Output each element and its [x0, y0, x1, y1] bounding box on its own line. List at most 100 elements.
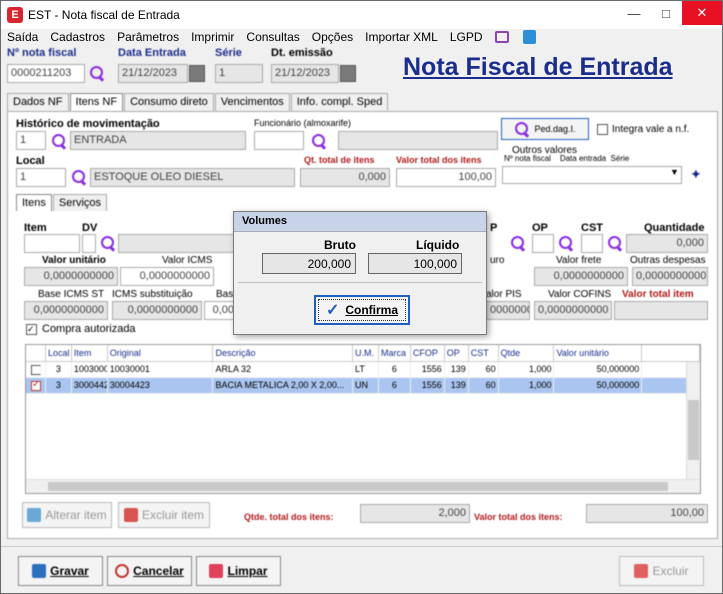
- pis-input[interactable]: 0000000: [486, 301, 530, 320]
- row-checkbox[interactable]: [31, 381, 41, 391]
- table-row[interactable]: 3 10030001 10030001 ARLA 32 LT 6 1556 13…: [26, 362, 700, 378]
- base-st-input[interactable]: 0,0000000000: [24, 301, 108, 320]
- calendar-icon[interactable]: [189, 65, 205, 82]
- table-cell: ARLA 32: [213, 362, 354, 377]
- p-label: P: [490, 222, 498, 234]
- minimize-button[interactable]: —: [618, 1, 650, 25]
- liquido-input[interactable]: 100,000: [368, 253, 462, 274]
- clear-button[interactable]: Limpar: [196, 556, 281, 586]
- search-local-icon[interactable]: [71, 169, 87, 185]
- grid-header-cell[interactable]: [642, 345, 700, 361]
- table-row[interactable]: 3 30004423 30004423 BACIA METALICA 2,00 …: [26, 378, 700, 394]
- ped-button[interactable]: Ped.dag.I.: [501, 118, 589, 140]
- scrollbar-thumb[interactable]: [688, 400, 699, 460]
- plus-icon[interactable]: ✦: [690, 166, 702, 183]
- search-op-icon[interactable]: [558, 235, 574, 251]
- alterar-item-button[interactable]: Alterar item: [22, 502, 112, 528]
- bruto-input[interactable]: 200,000: [262, 253, 356, 274]
- grid-header-cell[interactable]: CFOP: [411, 345, 445, 361]
- grid-header-cell[interactable]: U.M.: [353, 345, 379, 361]
- emissao-input[interactable]: 21/12/2023: [271, 64, 339, 83]
- total-item-input[interactable]: [614, 301, 708, 320]
- calendar-icon[interactable]: [340, 65, 356, 82]
- search-funcionario-icon[interactable]: [311, 133, 327, 149]
- tab-info-sped[interactable]: Info. compl. Sped: [290, 93, 389, 111]
- menu-imprimir[interactable]: Imprimir: [191, 30, 234, 44]
- grid-header-cell[interactable]: OP: [445, 345, 469, 361]
- grid-header-cell[interactable]: CST: [469, 345, 499, 361]
- seguro-label: uro: [490, 255, 505, 266]
- nota-input[interactable]: 0000211203: [7, 64, 85, 83]
- valor-unitario-label: Valor unitário: [42, 255, 106, 266]
- tab-itens-nf[interactable]: Itens NF: [69, 93, 124, 111]
- valor-unitario-input[interactable]: 0,0000000000: [24, 267, 118, 286]
- excluir-item-button[interactable]: Excluir item: [118, 502, 210, 528]
- valor-frete-input[interactable]: 0,0000000000: [534, 267, 628, 286]
- menu-cadastros[interactable]: Cadastros: [50, 30, 105, 44]
- scrollbar-thumb[interactable]: [48, 482, 668, 491]
- save-button[interactable]: Gravar: [18, 556, 103, 586]
- local-code-input[interactable]: 1: [16, 168, 66, 187]
- quantidade-value[interactable]: 0,000: [626, 234, 708, 253]
- search-historico-icon[interactable]: [51, 133, 67, 149]
- search-item-icon[interactable]: [100, 235, 116, 251]
- menu-saida[interactable]: Saída: [7, 30, 38, 44]
- menu-opcoes[interactable]: Opções: [312, 30, 353, 44]
- menu-consultas[interactable]: Consultas: [246, 30, 299, 44]
- horizontal-scrollbar[interactable]: [26, 479, 700, 493]
- menu-importar-xml[interactable]: Importar XML: [365, 30, 438, 44]
- dv-input[interactable]: [82, 234, 96, 253]
- outras-input[interactable]: 0,0000000000: [632, 267, 708, 286]
- close-button[interactable]: ✕: [682, 1, 722, 25]
- tab-dados-nf[interactable]: Dados NF: [7, 93, 69, 111]
- grid-header-cell[interactable]: Descrição: [213, 345, 354, 361]
- table-cell: 30004423: [108, 378, 214, 393]
- table-cell: 139: [445, 362, 469, 377]
- search-p-icon[interactable]: [510, 235, 526, 251]
- table-cell: 1556: [411, 378, 445, 393]
- grid-header-cell[interactable]: Local: [46, 345, 72, 361]
- grid-header-cell[interactable]: Qtde: [499, 345, 555, 361]
- row-checkbox-cell[interactable]: [26, 378, 46, 393]
- row-checkbox-cell[interactable]: [26, 362, 46, 377]
- tab-consumo-direto[interactable]: Consumo direto: [124, 93, 214, 111]
- op-input[interactable]: [532, 234, 554, 253]
- search-cst-icon[interactable]: [607, 235, 623, 251]
- integra-checkbox[interactable]: [597, 124, 608, 135]
- tab-itens[interactable]: Itens: [16, 194, 52, 211]
- grid-header-cell[interactable]: Original: [108, 345, 214, 361]
- tab-servicos[interactable]: Serviços: [52, 194, 108, 211]
- maximize-button[interactable]: □: [650, 1, 682, 25]
- grid-header-cell[interactable]: Valor unitário: [554, 345, 643, 361]
- funcionario-label: Funcionário (almoxarife): [254, 118, 352, 128]
- item-input[interactable]: [24, 234, 80, 253]
- items-grid[interactable]: Local Item Original Descrição U.M. Marca…: [25, 344, 701, 494]
- compra-checkbox[interactable]: ✓: [26, 324, 37, 335]
- tab-vencimentos[interactable]: Vencimentos: [214, 93, 290, 111]
- menu-parametros[interactable]: Parâmetros: [117, 30, 179, 44]
- serie-input[interactable]: 1: [215, 64, 263, 83]
- outros-select[interactable]: [502, 166, 682, 184]
- icms-sub-input[interactable]: 0,0000000000: [112, 301, 202, 320]
- table-cell: 139: [445, 378, 469, 393]
- valor-icms-input[interactable]: 0,0000000000: [120, 267, 214, 286]
- search-nota-icon[interactable]: [89, 65, 105, 81]
- grid-header-cell[interactable]: Item: [72, 345, 108, 361]
- row-checkbox[interactable]: [31, 365, 41, 375]
- vertical-scrollbar[interactable]: [686, 362, 700, 480]
- help-icon[interactable]: [522, 29, 536, 44]
- cofins-input[interactable]: 0,0000000000: [534, 301, 612, 320]
- outras-label: Outras despesas: [630, 255, 706, 266]
- confirm-button[interactable]: ✓ Confirma: [314, 295, 410, 325]
- cancel-button[interactable]: Cancelar: [107, 556, 192, 586]
- grid-header-cell[interactable]: [26, 345, 46, 361]
- historico-code-input[interactable]: 1: [16, 131, 46, 150]
- funcionario-input[interactable]: [254, 131, 304, 150]
- cst-input[interactable]: [581, 234, 603, 253]
- grid-header-cell[interactable]: Marca: [379, 345, 411, 361]
- chat-icon[interactable]: [494, 30, 509, 43]
- chevron-down-icon[interactable]: ▼: [670, 167, 679, 177]
- data-entrada-input[interactable]: 21/12/2023: [118, 64, 188, 83]
- delete-button[interactable]: Excluir: [619, 556, 704, 586]
- menu-lgpd[interactable]: LGPD: [450, 30, 483, 44]
